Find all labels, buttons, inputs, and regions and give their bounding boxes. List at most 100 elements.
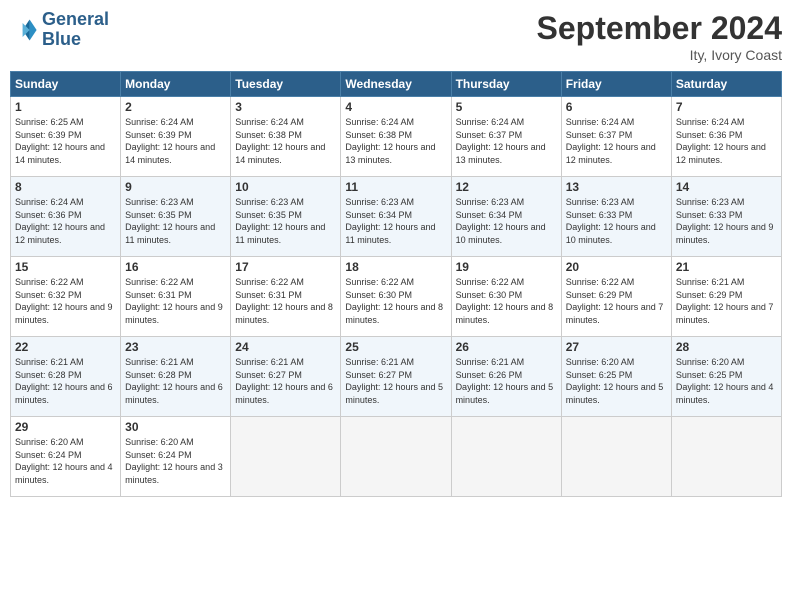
- day-number: 27: [566, 340, 667, 354]
- day-number: 17: [235, 260, 336, 274]
- day-info: Sunrise: 6:23 AMSunset: 6:33 PMDaylight:…: [676, 196, 777, 246]
- day-info: Sunrise: 6:24 AMSunset: 6:36 PMDaylight:…: [676, 116, 777, 166]
- day-number: 20: [566, 260, 667, 274]
- calendar-cell: 6 Sunrise: 6:24 AMSunset: 6:37 PMDaylight…: [561, 97, 671, 177]
- day-header-sunday: Sunday: [11, 72, 121, 97]
- day-header-friday: Friday: [561, 72, 671, 97]
- day-number: 16: [125, 260, 226, 274]
- calendar-cell: 14 Sunrise: 6:23 AMSunset: 6:33 PMDayligh…: [671, 177, 781, 257]
- day-info: Sunrise: 6:25 AMSunset: 6:39 PMDaylight:…: [15, 116, 116, 166]
- calendar-cell: 27 Sunrise: 6:20 AMSunset: 6:25 PMDayligh…: [561, 337, 671, 417]
- day-number: 1: [15, 100, 116, 114]
- calendar-cell: 19 Sunrise: 6:22 AMSunset: 6:30 PMDayligh…: [451, 257, 561, 337]
- calendar-cell: 2 Sunrise: 6:24 AMSunset: 6:39 PMDaylight…: [121, 97, 231, 177]
- calendar-cell: 30 Sunrise: 6:20 AMSunset: 6:24 PMDayligh…: [121, 417, 231, 497]
- day-info: Sunrise: 6:20 AMSunset: 6:24 PMDaylight:…: [125, 436, 226, 486]
- calendar-cell: 24 Sunrise: 6:21 AMSunset: 6:27 PMDayligh…: [231, 337, 341, 417]
- day-number: 18: [345, 260, 446, 274]
- calendar-cell: 4 Sunrise: 6:24 AMSunset: 6:38 PMDaylight…: [341, 97, 451, 177]
- day-info: Sunrise: 6:24 AMSunset: 6:37 PMDaylight:…: [566, 116, 667, 166]
- day-info: Sunrise: 6:24 AMSunset: 6:39 PMDaylight:…: [125, 116, 226, 166]
- day-number: 25: [345, 340, 446, 354]
- day-info: Sunrise: 6:24 AMSunset: 6:36 PMDaylight:…: [15, 196, 116, 246]
- day-info: Sunrise: 6:21 AMSunset: 6:29 PMDaylight:…: [676, 276, 777, 326]
- calendar-cell: 29Sunrise: 6:20 AMSunset: 6:24 PMDayligh…: [11, 417, 121, 497]
- day-header-thursday: Thursday: [451, 72, 561, 97]
- calendar-cell: 10 Sunrise: 6:23 AMSunset: 6:35 PMDayligh…: [231, 177, 341, 257]
- day-info: Sunrise: 6:22 AMSunset: 6:30 PMDaylight:…: [456, 276, 557, 326]
- day-number: 11: [345, 180, 446, 194]
- calendar-cell: 9 Sunrise: 6:23 AMSunset: 6:35 PMDaylight…: [121, 177, 231, 257]
- day-number: 9: [125, 180, 226, 194]
- calendar-week-row: 29Sunrise: 6:20 AMSunset: 6:24 PMDayligh…: [11, 417, 782, 497]
- day-info: Sunrise: 6:23 AMSunset: 6:34 PMDaylight:…: [456, 196, 557, 246]
- day-info: Sunrise: 6:21 AMSunset: 6:26 PMDaylight:…: [456, 356, 557, 406]
- day-header-monday: Monday: [121, 72, 231, 97]
- day-info: Sunrise: 6:23 AMSunset: 6:35 PMDaylight:…: [125, 196, 226, 246]
- day-info: Sunrise: 6:22 AMSunset: 6:32 PMDaylight:…: [15, 276, 116, 326]
- logo-text: General Blue: [42, 10, 109, 50]
- calendar-table: SundayMondayTuesdayWednesdayThursdayFrid…: [10, 71, 782, 497]
- calendar-cell: [231, 417, 341, 497]
- calendar-cell: 21Sunrise: 6:21 AMSunset: 6:29 PMDayligh…: [671, 257, 781, 337]
- day-number: 15: [15, 260, 116, 274]
- day-number: 26: [456, 340, 557, 354]
- logo-icon: [10, 16, 38, 44]
- calendar-cell: [671, 417, 781, 497]
- day-number: 7: [676, 100, 777, 114]
- calendar-cell: 3 Sunrise: 6:24 AMSunset: 6:38 PMDaylight…: [231, 97, 341, 177]
- location: Ity, Ivory Coast: [537, 47, 782, 63]
- day-number: 6: [566, 100, 667, 114]
- calendar-week-row: 8 Sunrise: 6:24 AMSunset: 6:36 PMDaylight…: [11, 177, 782, 257]
- day-header-tuesday: Tuesday: [231, 72, 341, 97]
- day-info: Sunrise: 6:24 AMSunset: 6:37 PMDaylight:…: [456, 116, 557, 166]
- day-info: Sunrise: 6:22 AMSunset: 6:29 PMDaylight:…: [566, 276, 667, 326]
- calendar-cell: 11 Sunrise: 6:23 AMSunset: 6:34 PMDayligh…: [341, 177, 451, 257]
- calendar-cell: 13Sunrise: 6:23 AMSunset: 6:33 PMDayligh…: [561, 177, 671, 257]
- day-number: 2: [125, 100, 226, 114]
- title-area: September 2024 Ity, Ivory Coast: [537, 10, 782, 63]
- day-number: 22: [15, 340, 116, 354]
- day-number: 10: [235, 180, 336, 194]
- day-info: Sunrise: 6:21 AMSunset: 6:28 PMDaylight:…: [15, 356, 116, 406]
- calendar-cell: 12Sunrise: 6:23 AMSunset: 6:34 PMDayligh…: [451, 177, 561, 257]
- day-number: 14: [676, 180, 777, 194]
- day-info: Sunrise: 6:20 AMSunset: 6:25 PMDaylight:…: [566, 356, 667, 406]
- day-number: 5: [456, 100, 557, 114]
- calendar-cell: 26 Sunrise: 6:21 AMSunset: 6:26 PMDayligh…: [451, 337, 561, 417]
- calendar-cell: 18 Sunrise: 6:22 AMSunset: 6:30 PMDayligh…: [341, 257, 451, 337]
- day-info: Sunrise: 6:24 AMSunset: 6:38 PMDaylight:…: [235, 116, 336, 166]
- day-info: Sunrise: 6:23 AMSunset: 6:33 PMDaylight:…: [566, 196, 667, 246]
- day-number: 23: [125, 340, 226, 354]
- day-number: 8: [15, 180, 116, 194]
- day-info: Sunrise: 6:20 AMSunset: 6:25 PMDaylight:…: [676, 356, 777, 406]
- day-info: Sunrise: 6:21 AMSunset: 6:27 PMDaylight:…: [345, 356, 446, 406]
- calendar-cell: 1 Sunrise: 6:25 AMSunset: 6:39 PMDaylight…: [11, 97, 121, 177]
- day-info: Sunrise: 6:22 AMSunset: 6:31 PMDaylight:…: [235, 276, 336, 326]
- calendar-cell: [451, 417, 561, 497]
- calendar-week-row: 22 Sunrise: 6:21 AMSunset: 6:28 PMDayligh…: [11, 337, 782, 417]
- day-number: 30: [125, 420, 226, 434]
- day-info: Sunrise: 6:22 AMSunset: 6:30 PMDaylight:…: [345, 276, 446, 326]
- day-header-saturday: Saturday: [671, 72, 781, 97]
- calendar-cell: 5 Sunrise: 6:24 AMSunset: 6:37 PMDaylight…: [451, 97, 561, 177]
- day-info: Sunrise: 6:20 AMSunset: 6:24 PMDaylight:…: [15, 436, 116, 486]
- day-info: Sunrise: 6:21 AMSunset: 6:27 PMDaylight:…: [235, 356, 336, 406]
- day-number: 28: [676, 340, 777, 354]
- calendar-header-row: SundayMondayTuesdayWednesdayThursdayFrid…: [11, 72, 782, 97]
- day-number: 4: [345, 100, 446, 114]
- month-title: September 2024: [537, 10, 782, 47]
- day-header-wednesday: Wednesday: [341, 72, 451, 97]
- day-info: Sunrise: 6:24 AMSunset: 6:38 PMDaylight:…: [345, 116, 446, 166]
- logo: General Blue: [10, 10, 109, 50]
- calendar-cell: 23 Sunrise: 6:21 AMSunset: 6:28 PMDayligh…: [121, 337, 231, 417]
- calendar-cell: [561, 417, 671, 497]
- day-number: 19: [456, 260, 557, 274]
- day-info: Sunrise: 6:23 AMSunset: 6:34 PMDaylight:…: [345, 196, 446, 246]
- day-info: Sunrise: 6:21 AMSunset: 6:28 PMDaylight:…: [125, 356, 226, 406]
- day-number: 24: [235, 340, 336, 354]
- calendar-cell: 16Sunrise: 6:22 AMSunset: 6:31 PMDayligh…: [121, 257, 231, 337]
- calendar-week-row: 15 Sunrise: 6:22 AMSunset: 6:32 PMDayligh…: [11, 257, 782, 337]
- day-number: 3: [235, 100, 336, 114]
- day-info: Sunrise: 6:23 AMSunset: 6:35 PMDaylight:…: [235, 196, 336, 246]
